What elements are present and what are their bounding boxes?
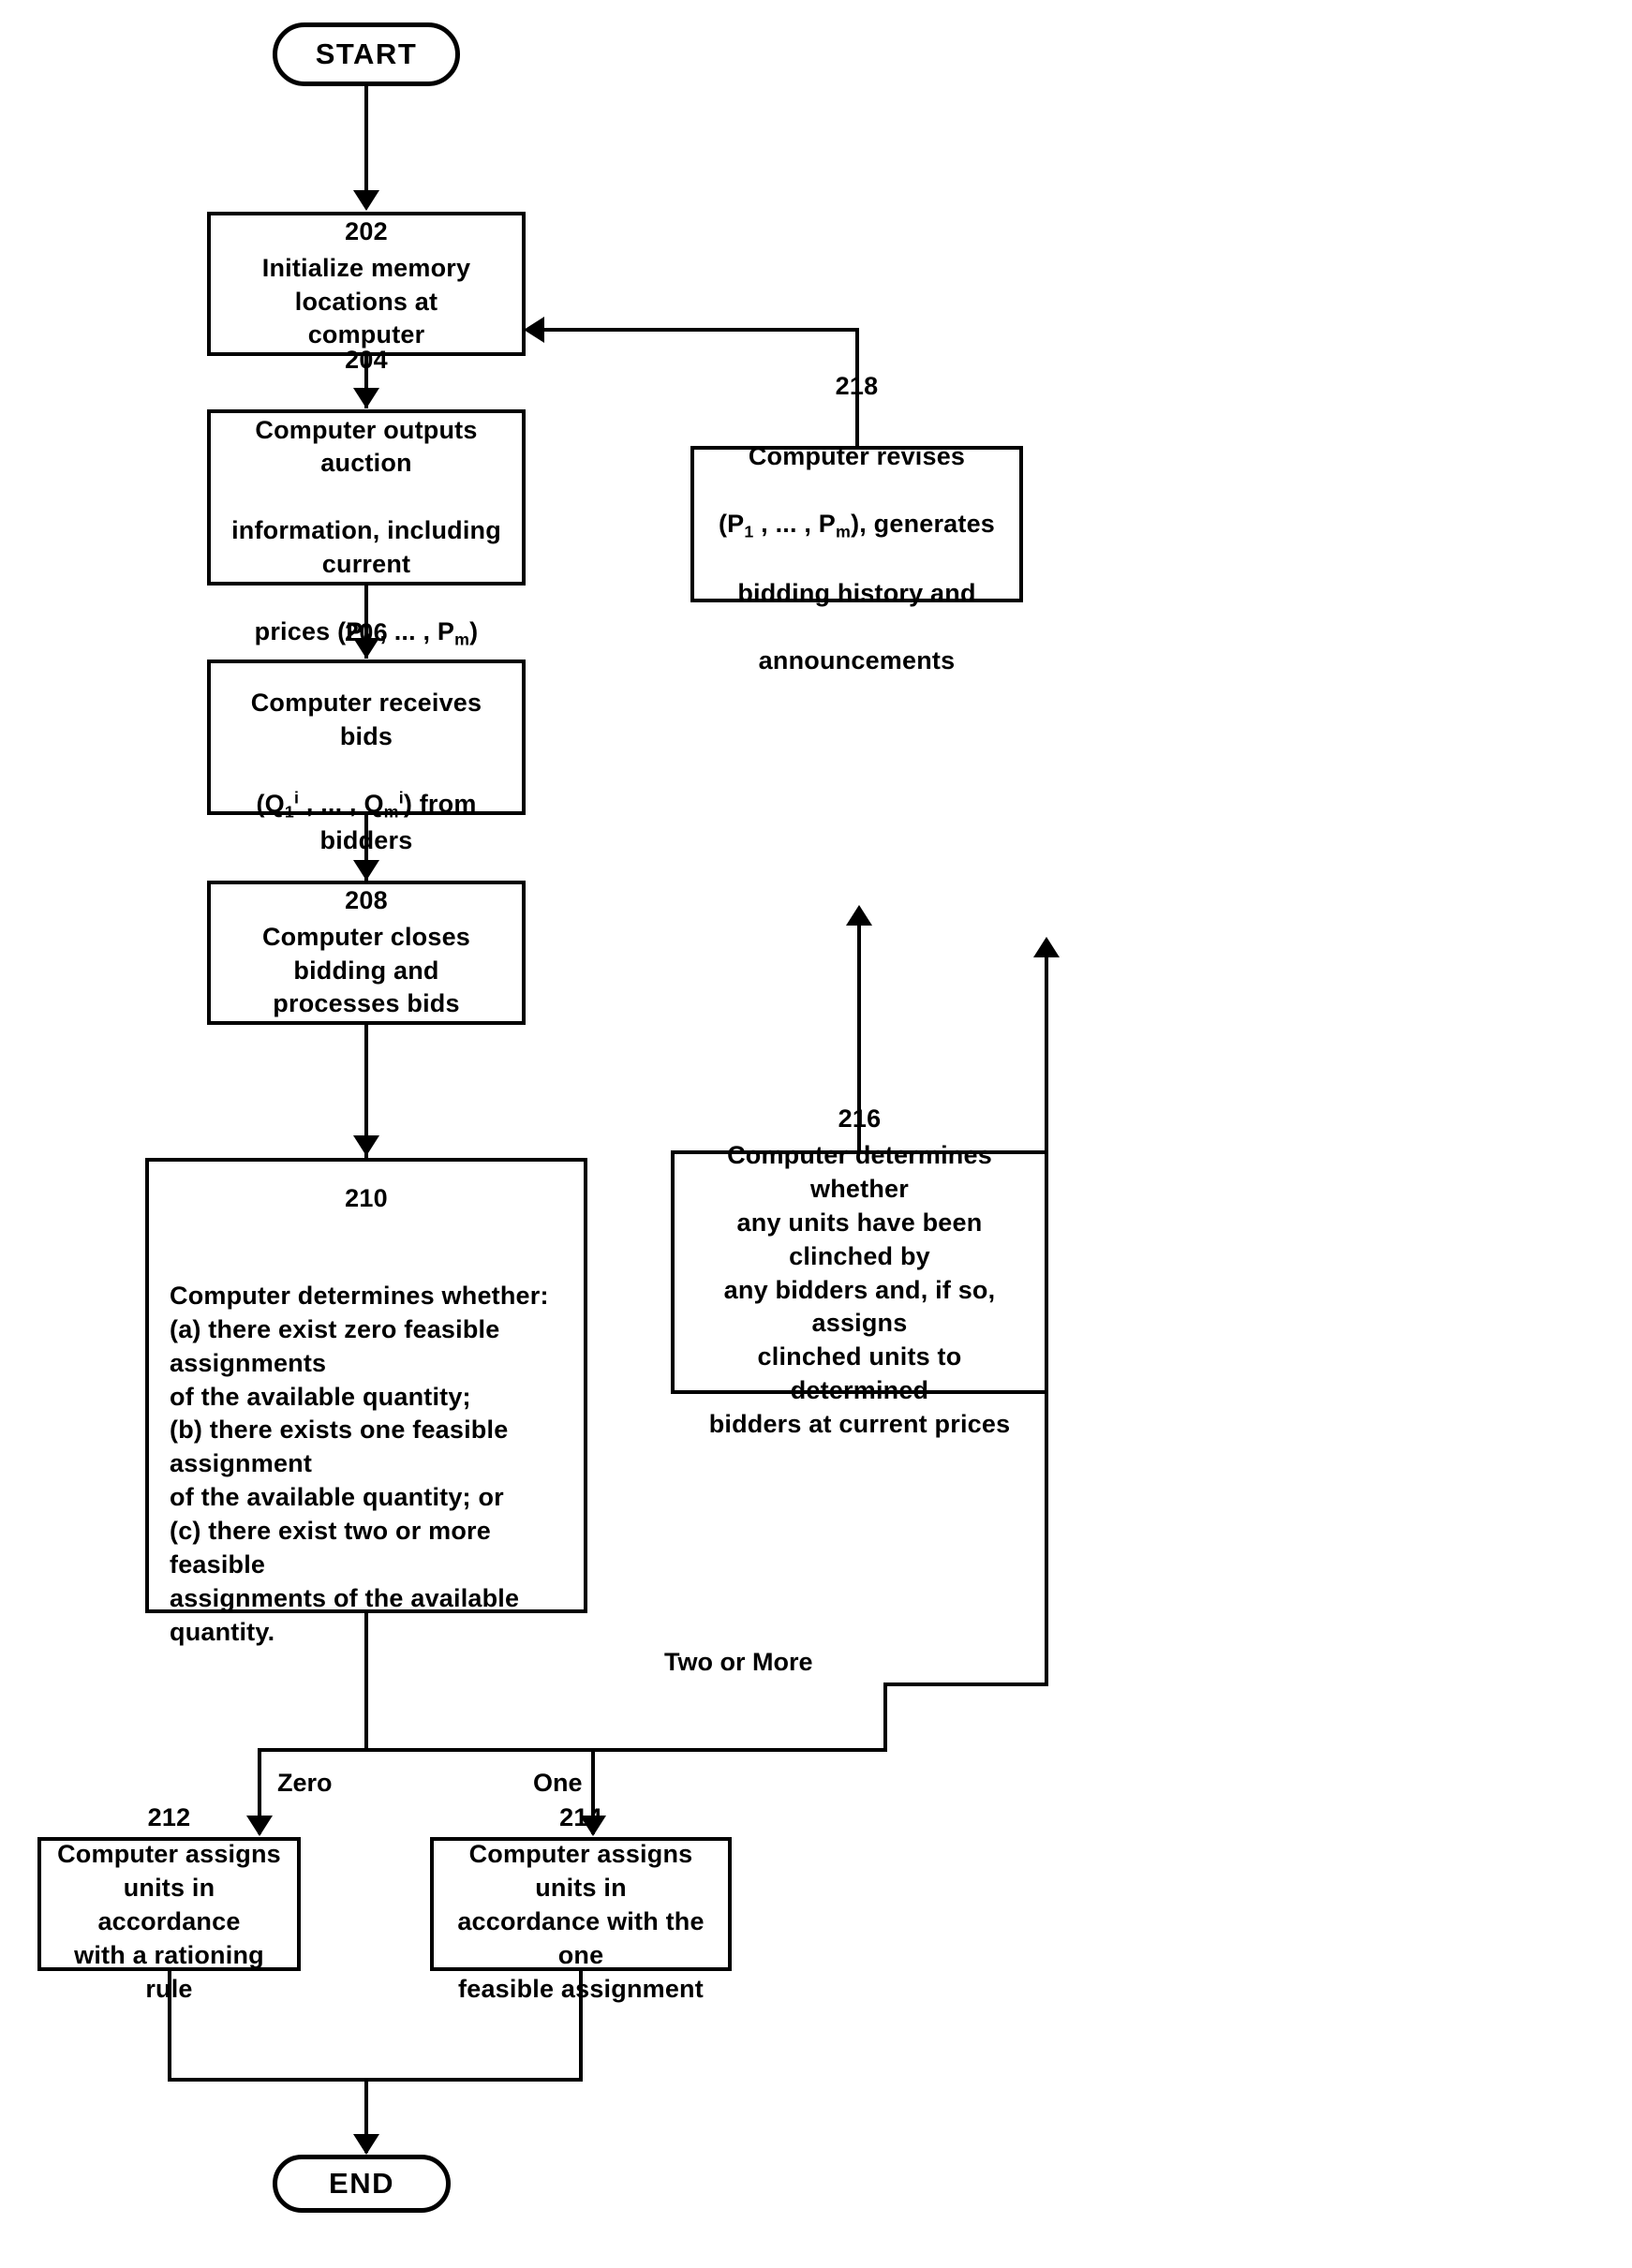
node-208-ref: 208 xyxy=(345,885,388,914)
arrowhead-branch-zero xyxy=(246,1816,273,1836)
node-start-label: START xyxy=(315,37,418,71)
node-212-ref: 212 xyxy=(147,1803,191,1832)
node-end: END xyxy=(273,2155,451,2213)
connector-214-down xyxy=(579,1971,583,2082)
connector-218-to-204-left xyxy=(537,328,859,332)
node-212: 212 Computer assigns units in accordance… xyxy=(37,1803,301,2003)
connector-216-to-218 xyxy=(857,918,861,1150)
node-208: 208 Computer closes bidding and processe… xyxy=(207,881,526,1025)
node-206-sub-1: 1 xyxy=(284,802,294,822)
node-204-prices-suffix: ) xyxy=(469,616,479,645)
connector-210-branch-bar xyxy=(258,1748,887,1752)
node-206-q-prefix: (Q xyxy=(256,790,285,819)
node-210-option-a: (a) there exist zero feasible assignment… xyxy=(170,1314,500,1411)
node-210-body: Computer determines whether: (a) there e… xyxy=(149,1246,584,1650)
node-210-ref: 210 xyxy=(345,1184,388,1212)
node-214-ref: 214 xyxy=(559,1803,602,1832)
arrowhead-208-to-210 xyxy=(353,1135,379,1156)
node-204-sub-m: m xyxy=(454,630,470,649)
node-204: 204 Computer outputs auction information… xyxy=(207,346,526,649)
node-end-label: END xyxy=(329,2167,394,2201)
edge-label-zero: Zero xyxy=(274,1769,336,1798)
arrowhead-merge-to-end xyxy=(353,2134,379,2155)
arrowhead-branch-twoplus xyxy=(1033,937,1060,957)
node-206: 206 Computer receives bids (Q1i , ... , … xyxy=(207,618,526,854)
node-218: 218 Computer revises (P1 , ... , Pm), ge… xyxy=(690,372,1023,674)
node-218-sub-1: 1 xyxy=(744,522,754,541)
node-202: 202 Initialize memory locations at compu… xyxy=(207,212,526,356)
connector-212-down xyxy=(168,1971,171,2082)
node-202-label: Initialize memory locations at computer xyxy=(261,253,471,349)
node-206-line1: Computer receives bids xyxy=(250,689,482,751)
node-218-p-prefix: (P xyxy=(718,509,745,538)
connector-branch-twoplus-right xyxy=(883,1682,1048,1686)
arrowhead-216-to-218 xyxy=(846,905,872,926)
connector-218-to-204-up xyxy=(855,328,859,448)
arrowhead-206-to-208 xyxy=(353,860,379,881)
node-204-ref: 204 xyxy=(345,345,388,374)
node-218-sub-m: m xyxy=(836,522,852,541)
node-202-ref: 202 xyxy=(345,216,388,245)
flowchart-canvas: START 202 Initialize memory locations at… xyxy=(0,0,1632,2268)
node-206-sub-m: m xyxy=(383,802,399,822)
node-208-label: Computer closes bidding and processes bi… xyxy=(261,922,471,1018)
arrowhead-start-to-202 xyxy=(353,190,379,211)
node-216-label: Computer determines whether any units ha… xyxy=(708,1140,1011,1439)
connector-merge-bar xyxy=(168,2078,583,2082)
connector-210-branch-stem xyxy=(364,1613,368,1752)
node-206-ref: 206 xyxy=(345,618,388,647)
node-216: 216 Computer determines whether any unit… xyxy=(671,1104,1048,1438)
node-218-line2: (P1 , ... , Pm), generates xyxy=(718,509,996,541)
node-204-line1: Computer outputs auction xyxy=(255,415,478,478)
node-210-option-c: (c) there exist two or more feasible ass… xyxy=(170,1517,520,1646)
node-210: 210 Computer determines whether: (a) the… xyxy=(145,1158,587,1646)
node-218-line3: bidding history and xyxy=(737,579,976,608)
connector-branch-twoplus-down xyxy=(883,1682,887,1752)
node-start: START xyxy=(273,22,460,86)
connector-start-to-202 xyxy=(364,86,368,191)
node-206-q-mid: , ... , Q xyxy=(299,790,384,819)
node-204-line2: information, including current xyxy=(231,516,501,579)
node-214: 214 Computer assigns units in accordance… xyxy=(430,1803,732,2003)
node-210-option-b: (b) there exists one feasible assignment… xyxy=(170,1416,509,1512)
edge-label-one: One xyxy=(529,1769,586,1798)
arrowhead-218-to-204 xyxy=(524,317,544,343)
node-218-p-mid: , ... , P xyxy=(753,509,837,538)
node-210-intro: Computer determines whether: xyxy=(170,1281,549,1310)
node-218-p-suffix: ), generates xyxy=(851,509,996,538)
node-218-line4: announcements xyxy=(758,645,956,674)
edge-label-two-or-more: Two or More xyxy=(660,1648,817,1677)
